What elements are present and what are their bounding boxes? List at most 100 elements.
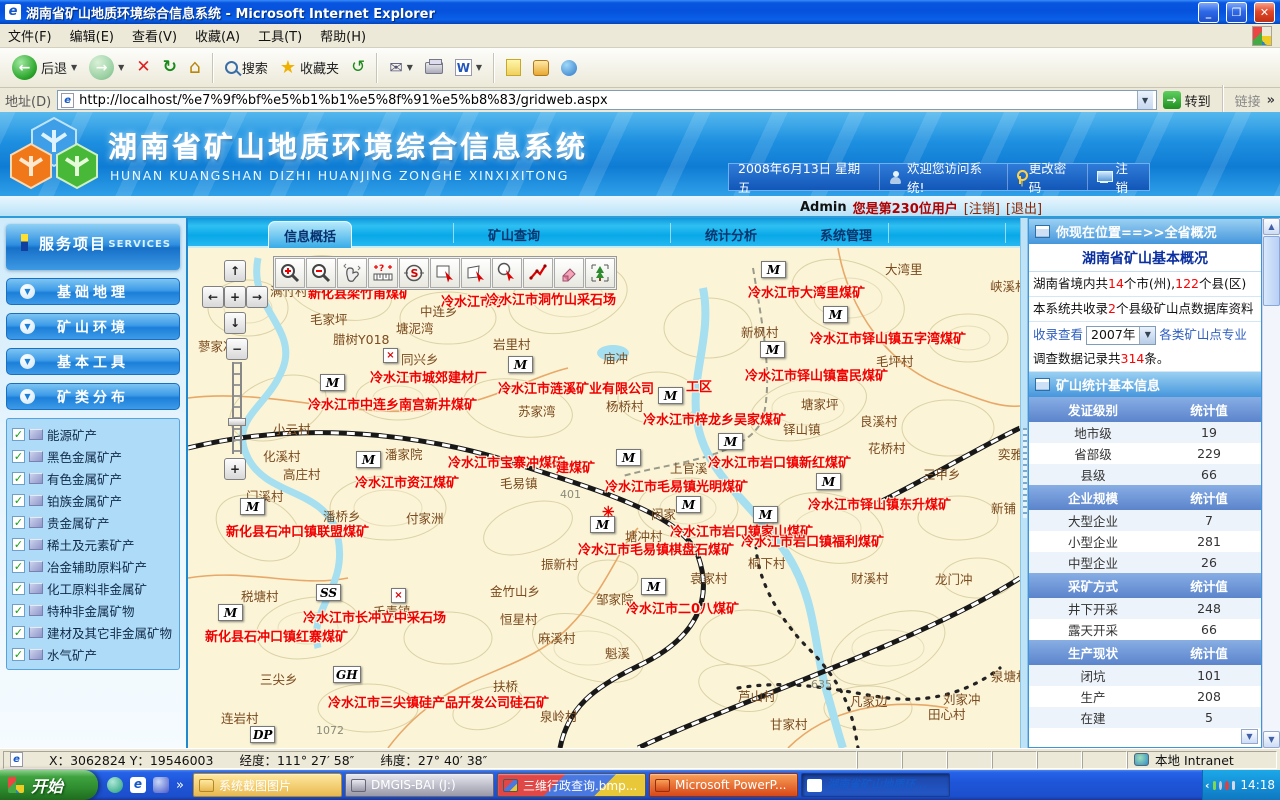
layer-item[interactable]: ✓ 铂族金属矿产 [9, 489, 177, 511]
minimize-button[interactable]: _ [1198, 2, 1219, 23]
draw-line-tool-button[interactable] [523, 258, 553, 288]
pan-right-button[interactable]: → [246, 286, 268, 308]
layer-checkbox[interactable]: ✓ [12, 494, 25, 507]
panel-splitter[interactable] [1020, 218, 1028, 748]
sidebar-menu-button[interactable]: ▼ 基本工具 [6, 348, 180, 375]
tray-chevron-icon[interactable]: ‹ [1205, 779, 1210, 792]
word-dropdown-icon[interactable]: ▼ [476, 63, 482, 72]
mine-marker[interactable]: M [816, 473, 841, 490]
quick-launch-icon-1[interactable] [107, 777, 123, 793]
select-circle-tool-button[interactable] [492, 258, 522, 288]
search-button[interactable]: 搜索 [219, 51, 274, 85]
task-button[interactable]: 系统截图图片 [193, 773, 342, 797]
home-button[interactable]: ⌂ [183, 51, 207, 85]
pan-center-button[interactable]: + [224, 286, 246, 308]
zoom-in-tool-button[interactable] [275, 258, 305, 288]
layer-checkbox[interactable]: ✓ [12, 450, 25, 463]
layer-item[interactable]: ✓ 特种非金属矿物 [9, 599, 177, 621]
tab-info-overview[interactable]: 信息概括 [268, 221, 352, 248]
sidebar-menu-button[interactable]: ▼ 矿山环境 [6, 313, 180, 340]
mail-dropdown-icon[interactable]: ▼ [407, 63, 413, 72]
mine-marker[interactable]: M [761, 261, 786, 278]
task-button[interactable]: 三维行政查询.bmp... [497, 773, 646, 797]
layer-checkbox[interactable]: ✓ [12, 604, 25, 617]
mine-marker[interactable]: × [383, 348, 398, 363]
zoom-slider-thumb[interactable] [228, 418, 246, 426]
back-button[interactable]: ←后退▼ [6, 51, 83, 85]
zoom-minus-button[interactable]: − [226, 338, 248, 360]
mine-marker[interactable]: SS [316, 584, 341, 601]
mine-marker[interactable]: M [676, 496, 701, 513]
mine-marker[interactable]: M [823, 306, 848, 323]
discuss-button[interactable] [527, 51, 555, 85]
layer-checkbox[interactable]: ✓ [12, 428, 25, 441]
quick-launch-icon-3[interactable] [153, 777, 169, 793]
tray-icon-2[interactable] [1219, 781, 1222, 790]
restore-button[interactable]: ❐ [1226, 2, 1247, 23]
scroll-down-button[interactable]: ▼ [1263, 731, 1280, 748]
layer-checkbox[interactable]: ✓ [12, 626, 25, 639]
menu-file[interactable]: 文件(F) [8, 26, 52, 45]
close-button[interactable]: ✕ [1254, 2, 1275, 23]
tab-mine-query[interactable]: 矿山查询 [488, 225, 540, 244]
pan-tool-button[interactable] [337, 258, 367, 288]
layer-checkbox[interactable]: ✓ [12, 516, 25, 529]
mail-button[interactable]: ✉▼ [383, 51, 419, 85]
zoom-out-tool-button[interactable] [306, 258, 336, 288]
pan-up-button[interactable]: ↑ [224, 260, 246, 282]
year-select[interactable]: 2007年▼ [1086, 326, 1156, 345]
layer-item[interactable]: ✓ 冶金辅助原料矿产 [9, 555, 177, 577]
layer-item[interactable]: ✓ 有色金属矿产 [9, 467, 177, 489]
history-button[interactable]: ↺ [345, 51, 371, 85]
logout-text-link[interactable]: [注销] [964, 198, 1000, 217]
mine-marker[interactable]: M [658, 387, 683, 404]
address-dropdown-icon[interactable]: ▼ [1137, 91, 1153, 109]
map-viewport[interactable]: ↑ ← + → ↓ − + ? S 满竹村毛家坪腊树Y018塘泥 [188, 248, 1020, 748]
mine-marker[interactable]: M [753, 506, 778, 523]
task-button[interactable]: 湖南省矿山地质环... [801, 773, 950, 797]
start-button[interactable]: 开始 [0, 770, 98, 800]
sidebar-menu-button[interactable]: ▼ 矿类分布 [6, 383, 180, 410]
mine-marker[interactable]: M [616, 449, 641, 466]
notes-button[interactable] [500, 51, 527, 85]
scroll-up-button[interactable]: ▲ [1263, 218, 1280, 235]
layer-item[interactable]: ✓ 化工原料非金属矿 [9, 577, 177, 599]
mine-marker[interactable]: M [218, 604, 243, 621]
stop-button[interactable]: ✕ [130, 51, 156, 85]
mine-marker[interactable]: M [508, 356, 533, 373]
layer-checkbox[interactable]: ✓ [12, 538, 25, 551]
mine-marker[interactable]: M [320, 374, 345, 391]
task-button[interactable]: DMGIS-BAI (J:) [345, 773, 494, 797]
splitter-handle-icon[interactable] [1023, 428, 1027, 518]
pan-left-button[interactable]: ← [202, 286, 224, 308]
layer-item[interactable]: ✓ 贵金属矿产 [9, 511, 177, 533]
sidebar-menu-button[interactable]: ▼ 基础地理 [6, 278, 180, 305]
mine-marker[interactable]: M [641, 578, 666, 595]
layer-checkbox[interactable]: ✓ [12, 582, 25, 595]
tray-icon-1[interactable] [1213, 781, 1216, 790]
forward-button[interactable]: →▼ [83, 51, 130, 85]
mine-marker[interactable]: × [391, 588, 406, 603]
favorites-button[interactable]: ★收藏夹 [274, 51, 345, 85]
menu-view[interactable]: 查看(V) [132, 26, 177, 45]
layer-item[interactable]: ✓ 稀土及元素矿产 [9, 533, 177, 555]
links-chevron-icon[interactable]: » [1267, 93, 1275, 108]
exit-text-link[interactable]: [退出] [1006, 198, 1042, 217]
zoom-plus-button[interactable]: + [224, 458, 246, 480]
measure-tool-button[interactable]: ? [368, 258, 398, 288]
forward-dropdown-icon[interactable]: ▼ [118, 63, 124, 72]
mine-marker[interactable]: M [356, 451, 381, 468]
menu-tools[interactable]: 工具(T) [258, 26, 302, 45]
select-dropdown-icon[interactable]: ▼ [1139, 327, 1155, 344]
zoom-slider-track[interactable] [232, 362, 242, 454]
mine-marker[interactable]: GH [333, 666, 361, 683]
layer-item[interactable]: ✓ 水气矿产 [9, 643, 177, 665]
layer-checkbox[interactable]: ✓ [12, 472, 25, 485]
menu-edit[interactable]: 编辑(E) [70, 26, 114, 45]
quick-launch-chevron-icon[interactable]: » [176, 778, 184, 793]
pan-down-button[interactable]: ↓ [224, 312, 246, 334]
messenger-button[interactable] [555, 51, 583, 85]
select-s-tool-button[interactable]: S [399, 258, 429, 288]
task-button[interactable]: Microsoft PowerP... [649, 773, 798, 797]
edit-word-button[interactable]: W▼ [449, 51, 488, 85]
